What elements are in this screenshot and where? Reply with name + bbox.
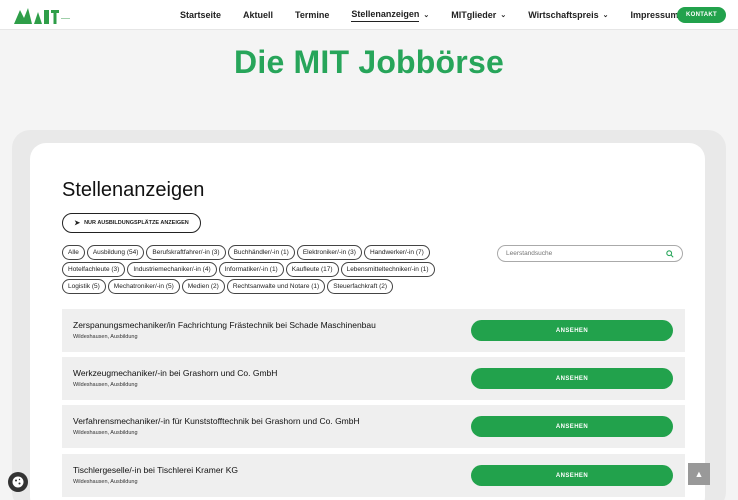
job-meta: Wildeshausen, Ausbildung: [73, 430, 138, 436]
filter-chip[interactable]: Ausbildung (54): [86, 245, 145, 260]
job-title[interactable]: Werkzeugmechaniker/-in bei Grashorn und …: [73, 368, 277, 378]
nav-termine[interactable]: Termine: [295, 0, 329, 30]
nav-mitglieder[interactable]: MITglieder ⌄: [451, 0, 506, 30]
job-listing: Zerspanungsmechaniker/in Fachrichtung Fr…: [62, 309, 685, 352]
filter-chip[interactable]: Steuerfachkraft (2): [327, 279, 394, 294]
filter-row: Hotelfachleute (3) Industriemechaniker/-…: [62, 262, 482, 277]
filter-chip[interactable]: Rechtsanwalte und Notare (1): [226, 279, 326, 294]
job-title[interactable]: Verfahrensmechaniker/-in für Kunststofft…: [73, 416, 360, 426]
filter-chip[interactable]: Berufskraftfahrer/-in (3): [146, 245, 226, 260]
job-meta: Wildeshausen, Ausbildung: [73, 382, 138, 388]
job-listing: Werkzeugmechaniker/-in bei Grashorn und …: [62, 357, 685, 400]
filter-chip[interactable]: Hotelfachleute (3): [62, 262, 126, 277]
search-input[interactable]: [506, 250, 666, 257]
job-listing: Tischlergeselle/-in bei Tischlerei Krame…: [62, 454, 685, 497]
section-title: Stellenanzeigen: [62, 179, 205, 201]
rocket-icon: ➤: [74, 220, 81, 227]
filter-chip[interactable]: Handwerker/-in (7): [363, 245, 430, 260]
scroll-to-top-button[interactable]: ▲: [688, 463, 710, 485]
apprenticeships-only-label: NUR AUSBILDUNGSPLÄTZE ANZEIGEN: [84, 220, 189, 226]
filter-row: Alle Ausbildung (54) Berufskraftfahrer/-…: [62, 245, 482, 260]
nav-startseite[interactable]: Startseite: [180, 0, 221, 30]
search-box: [497, 245, 683, 262]
page-title: Die MIT Jobbörse: [234, 44, 504, 80]
filter-chip[interactable]: Elektroniker/-in (3): [296, 245, 362, 260]
filter-chip[interactable]: Lebensmitteltechniker/-in (1): [340, 262, 435, 277]
mit-logo[interactable]: [12, 4, 72, 26]
filter-chip[interactable]: Informatiker/-in (1): [218, 262, 284, 277]
filter-chip[interactable]: Medien (2): [181, 279, 225, 294]
apprenticeships-only-button[interactable]: ➤ NUR AUSBILDUNGSPLÄTZE ANZEIGEN: [62, 213, 201, 233]
view-job-button[interactable]: ANSEHEN: [471, 465, 673, 486]
chevron-down-icon: ⌄: [423, 12, 430, 19]
view-job-button[interactable]: ANSEHEN: [471, 416, 673, 437]
arrow-up-icon: ▲: [694, 469, 704, 479]
filter-chip[interactable]: Buchhändler/-in (1): [227, 245, 295, 260]
job-listing: Verfahrensmechaniker/-in für Kunststofft…: [62, 405, 685, 448]
top-navigation-bar: Startseite Aktuell Termine Stellenanzeig…: [0, 0, 738, 30]
filter-row: Logistik (5) Mechatroniker/-in (5) Medie…: [62, 279, 482, 294]
chevron-down-icon: ⌄: [500, 12, 507, 19]
cookie-settings-button[interactable]: [8, 472, 28, 492]
contact-button[interactable]: KONTAKT: [677, 7, 726, 23]
filter-chip[interactable]: Kaufleute (17): [285, 262, 339, 277]
cookie-icon: [12, 476, 24, 488]
nav-aktuell[interactable]: Aktuell: [243, 0, 273, 30]
view-job-button[interactable]: ANSEHEN: [471, 368, 673, 389]
nav-stellenanzeigen[interactable]: Stellenanzeigen ⌄: [351, 0, 429, 30]
filter-chip[interactable]: Mechatroniker/-in (5): [107, 279, 180, 294]
category-filters: Alle Ausbildung (54) Berufskraftfahrer/-…: [62, 245, 482, 296]
view-job-button[interactable]: ANSEHEN: [471, 320, 673, 341]
main-nav: Startseite Aktuell Termine Stellenanzeig…: [180, 0, 710, 30]
filter-chip[interactable]: Logistik (5): [62, 279, 106, 294]
job-meta: Wildeshausen, Ausbildung: [73, 479, 138, 485]
job-title[interactable]: Zerspanungsmechaniker/in Fachrichtung Fr…: [73, 320, 376, 330]
filter-chip[interactable]: Alle: [62, 245, 85, 260]
filter-chip[interactable]: Industriemechaniker/-in (4): [127, 262, 217, 277]
chevron-down-icon: ⌄: [602, 12, 609, 19]
nav-wirtschaftspreis[interactable]: Wirtschaftspreis ⌄: [528, 0, 608, 30]
job-title[interactable]: Tischlergeselle/-in bei Tischlerei Krame…: [73, 465, 238, 475]
job-meta: Wildeshausen, Ausbildung: [73, 334, 138, 340]
search-icon[interactable]: [666, 249, 674, 258]
